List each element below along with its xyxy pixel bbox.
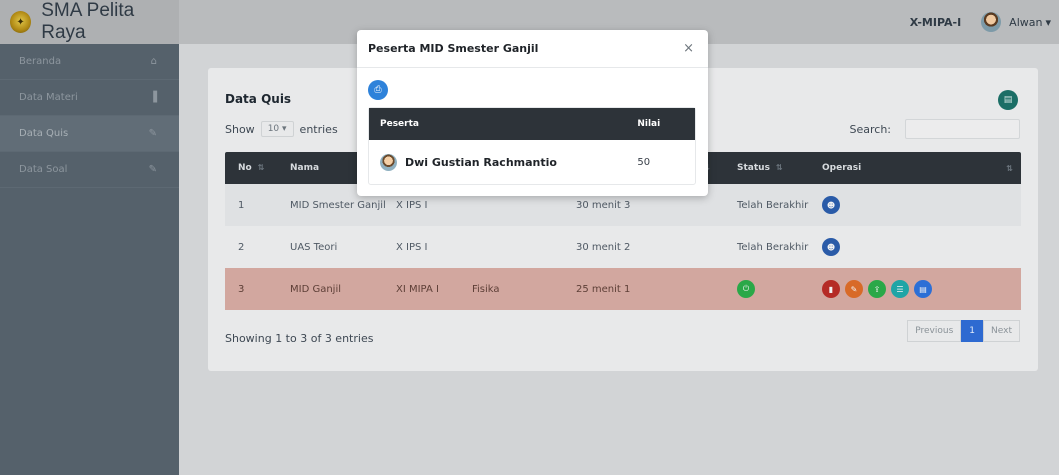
user-menu[interactable]: Alwan ▾	[1009, 16, 1051, 29]
page-title: Data Quis	[225, 92, 292, 106]
school-emblem-icon: ✦	[10, 11, 32, 33]
sidebar-item-data-quis[interactable]: Data Quis ✎	[0, 116, 179, 152]
column-header-peserta: Peserta	[380, 119, 419, 129]
row-actions: ☻	[809, 238, 1021, 256]
list-icon: ☰	[896, 284, 904, 294]
questions-button[interactable]: ☰	[891, 280, 909, 298]
view-participants-button[interactable]: ☻	[822, 196, 840, 214]
row-actions: ☻	[809, 196, 1021, 214]
table-row: 2 UAS Teori X IPS I 30 menit 2 Telah Ber…	[225, 226, 1021, 268]
brand-name: SMA Pelita Raya	[41, 0, 135, 43]
entries-select[interactable]: 10 ▾	[260, 121, 294, 137]
class-label: X-MIPA-I	[909, 15, 962, 29]
brand[interactable]: ✦ SMA Pelita Raya	[0, 0, 179, 44]
pencil-icon: ✎	[148, 164, 157, 175]
sort-icon: ⇅	[1006, 163, 1013, 173]
column-header-status[interactable]: Status ⇅	[724, 163, 809, 173]
sidebar: Beranda ⌂ Data Materi ▐ Data Quis ✎ Data…	[0, 44, 179, 475]
participants-modal: Peserta MID Smester Ganjil × ⎙ Peserta N…	[357, 30, 708, 196]
participant-avatar	[380, 153, 397, 171]
edit-button[interactable]: ✎	[845, 280, 863, 298]
pagination: Previous 1 Next	[907, 320, 1020, 342]
sidebar-item-beranda[interactable]: Beranda ⌂	[0, 44, 179, 80]
entries-length-control: Show 10 ▾ entries	[225, 121, 338, 137]
search-control: Search:	[849, 119, 1020, 139]
search-input[interactable]	[905, 119, 1020, 139]
power-icon: ⏻	[742, 284, 750, 293]
table-info: Showing 1 to 3 of 3 entries	[225, 332, 374, 345]
status-text: Telah Berakhir	[737, 241, 809, 253]
caret-down-icon: ▾	[282, 124, 287, 134]
column-header-operasi[interactable]: Operasi ⇅	[809, 163, 1021, 173]
participant-name: Dwi Gustian Rachmantio	[405, 155, 557, 169]
search-label: Search:	[849, 122, 892, 136]
pagination-page-1[interactable]: 1	[961, 320, 984, 342]
participants-table-header: Peserta Nilai	[369, 108, 695, 140]
status-text: Telah Berakhir	[737, 199, 809, 211]
details-button[interactable]: ▤	[914, 280, 932, 298]
participant-score: 50	[637, 156, 651, 168]
print-icon: ⎙	[374, 85, 382, 95]
participant-cell: Dwi Gustian Rachmantio	[369, 153, 637, 171]
modal-title: Peserta MID Smester Ganjil	[368, 42, 539, 55]
home-icon: ⌂	[150, 56, 157, 67]
add-question-button[interactable]: ⇪	[868, 280, 886, 298]
pencil-icon: ✎	[850, 284, 858, 294]
sort-icon: ⇅	[775, 163, 783, 172]
delete-button[interactable]: ▮	[822, 280, 840, 298]
column-header-no[interactable]: No ⇅	[225, 163, 277, 173]
add-quiz-button[interactable]: ▤	[998, 90, 1018, 110]
user-avatar[interactable]	[981, 12, 1002, 32]
pagination-next[interactable]: Next	[983, 320, 1020, 342]
book-icon: ▐	[149, 92, 157, 103]
sidebar-item-label: Data Quis	[19, 128, 69, 139]
caret-down-icon: ▾	[1045, 15, 1051, 29]
add-icon: ▤	[1003, 95, 1013, 105]
participants-table: Peserta Nilai Dwi Gustian Rachmantio 50	[368, 107, 696, 185]
users-icon: ☻	[826, 242, 836, 252]
print-button[interactable]: ⎙	[368, 80, 388, 100]
activate-button[interactable]: ⏻	[737, 280, 755, 298]
table-row: 3 MID Ganjil XI MIPA I Fisika 25 menit 1…	[225, 268, 1021, 310]
status-cell: ⏻	[724, 280, 809, 298]
top-right: X-MIPA-I Alwan ▾	[910, 0, 1051, 44]
user-name: Alwan	[1009, 15, 1043, 29]
pencil-icon: ✎	[148, 128, 157, 139]
show-label: Show	[225, 122, 255, 136]
upload-icon: ⇪	[873, 284, 881, 294]
row-actions: ▮ ✎ ⇪ ☰ ▤	[809, 280, 1021, 298]
users-icon: ☻	[826, 200, 836, 210]
column-header-nilai: Nilai	[637, 119, 661, 129]
sidebar-item-label: Beranda	[19, 56, 62, 67]
sort-icon: ⇅	[257, 163, 265, 172]
modal-header: Peserta MID Smester Ganjil ×	[357, 30, 708, 68]
sidebar-item-label: Data Soal	[19, 164, 68, 175]
sidebar-item-data-soal[interactable]: Data Soal ✎	[0, 152, 179, 188]
close-icon[interactable]: ×	[683, 41, 694, 56]
entries-label: entries	[299, 122, 338, 136]
sidebar-item-label: Data Materi	[19, 92, 78, 103]
view-participants-button[interactable]: ☻	[822, 238, 840, 256]
trash-icon: ▮	[828, 284, 834, 294]
pagination-previous[interactable]: Previous	[907, 320, 962, 342]
sidebar-item-data-materi[interactable]: Data Materi ▐	[0, 80, 179, 116]
document-icon: ▤	[919, 284, 927, 294]
participant-row: Dwi Gustian Rachmantio 50	[369, 140, 695, 184]
